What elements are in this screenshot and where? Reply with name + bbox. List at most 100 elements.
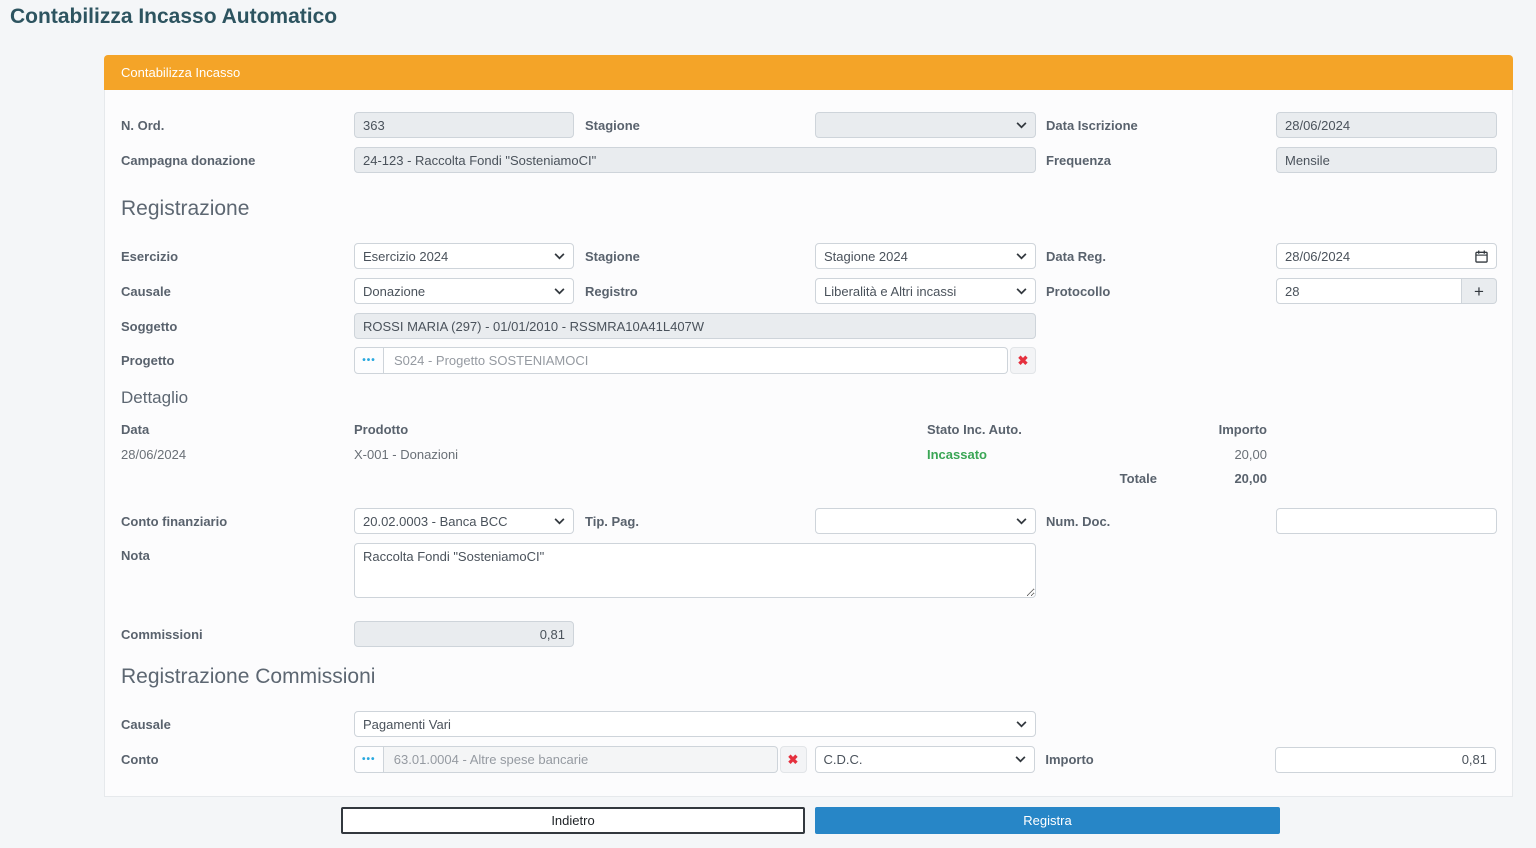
back-button[interactable]: Indietro	[341, 807, 805, 834]
cell-prodotto: X-001 - Donazioni	[354, 447, 927, 462]
panel-header-title: Contabilizza Incasso	[121, 65, 240, 80]
totale-value: 20,00	[1157, 471, 1267, 486]
stagione-top-label: Stagione	[574, 118, 815, 133]
commissioni-label: Commissioni	[121, 627, 354, 642]
row-nota: Nota Raccolta Fondi "SosteniamoCI"	[121, 543, 1496, 603]
stagione-reg-select[interactable]: Stagione 2024	[815, 243, 1036, 269]
chevron-down-icon	[1015, 756, 1026, 763]
campagna-field: 24-123 - Raccolta Fondi "SosteniamoCI"	[354, 147, 1036, 173]
nota-label: Nota	[121, 543, 354, 563]
stagione-reg-label: Stagione	[574, 249, 815, 264]
dettaglio-header-row: Data Prodotto Stato Inc. Auto. Importo	[121, 422, 1496, 437]
contabilizza-panel: Contabilizza Incasso N. Ord. 363 Stagion…	[104, 55, 1513, 797]
progetto-clear-button[interactable]: ✖	[1010, 347, 1036, 374]
conto-label: Conto	[121, 752, 354, 767]
protocollo-add-button[interactable]: +	[1462, 278, 1497, 304]
totale-label: Totale	[927, 471, 1157, 486]
page-title: Contabilizza Incasso Automatico	[10, 5, 337, 29]
row-campagna: Campagna donazione 24-123 - Raccolta Fon…	[121, 147, 1496, 173]
importo-commissioni-label: Importo	[1045, 752, 1275, 767]
panel-body: N. Ord. 363 Stagione Data Iscrizione 28/…	[104, 90, 1513, 797]
progetto-field[interactable]: S024 - Progetto SOSTENIAMOCI	[384, 347, 1008, 374]
stagione-top-select[interactable]	[815, 112, 1036, 138]
registro-value: Liberalità e Altri incassi	[824, 284, 956, 299]
chevron-down-icon	[1016, 288, 1027, 295]
row-commissioni: Commissioni 0,81	[121, 621, 1496, 647]
nord-field: 363	[354, 112, 574, 138]
cell-importo: 20,00	[1157, 447, 1267, 462]
causale-value: Donazione	[363, 284, 425, 299]
soggetto-label: Soggetto	[121, 319, 354, 334]
conto-finanziario-value: 20.02.0003 - Banca BCC	[363, 514, 508, 529]
cell-data: 28/06/2024	[121, 447, 354, 462]
registro-label: Registro	[574, 284, 815, 299]
progetto-label: Progetto	[121, 353, 354, 368]
protocollo-label: Protocollo	[1036, 284, 1276, 299]
registrazione-commissioni-heading: Registrazione Commissioni	[121, 665, 1496, 689]
nota-textarea[interactable]: Raccolta Fondi "SosteniamoCI"	[354, 543, 1036, 598]
causale-commissioni-value: Pagamenti Vari	[363, 717, 451, 732]
causale-label: Causale	[121, 284, 354, 299]
col-stato: Stato Inc. Auto.	[927, 422, 1157, 437]
chevron-down-icon	[1016, 122, 1027, 129]
data-reg-input[interactable]: 28/06/2024	[1276, 243, 1497, 269]
conto-finanziario-select[interactable]: 20.02.0003 - Banca BCC	[354, 508, 574, 534]
esercizio-label: Esercizio	[121, 249, 354, 264]
row-progetto: Progetto ••• S024 - Progetto SOSTENIAMOC…	[121, 347, 1496, 374]
register-button[interactable]: Registra	[815, 807, 1280, 834]
nord-label: N. Ord.	[121, 118, 354, 133]
esercizio-select[interactable]: Esercizio 2024	[354, 243, 574, 269]
chevron-down-icon	[1016, 518, 1027, 525]
row-nord: N. Ord. 363 Stagione Data Iscrizione 28/…	[121, 112, 1496, 138]
chevron-down-icon	[1016, 721, 1027, 728]
commissioni-field: 0,81	[354, 621, 574, 647]
status-badge: Incassato	[927, 447, 1157, 462]
calendar-icon[interactable]	[1475, 250, 1488, 263]
protocollo-group: +	[1276, 278, 1497, 304]
causale-select[interactable]: Donazione	[354, 278, 574, 304]
chevron-down-icon	[554, 518, 565, 525]
esercizio-value: Esercizio 2024	[363, 249, 448, 264]
frequenza-field: Mensile	[1276, 147, 1497, 173]
col-data: Data	[121, 422, 354, 437]
soggetto-field: ROSSI MARIA (297) - 01/01/2010 - RSSMRA1…	[354, 313, 1036, 339]
cdc-select[interactable]: C.D.C.	[815, 746, 1036, 773]
panel-header: Contabilizza Incasso	[104, 55, 1513, 90]
data-iscrizione-label: Data Iscrizione	[1036, 118, 1276, 133]
col-importo: Importo	[1157, 422, 1267, 437]
campagna-label: Campagna donazione	[121, 153, 354, 168]
protocollo-input[interactable]	[1276, 278, 1462, 304]
num-doc-input[interactable]	[1276, 508, 1497, 534]
cdc-value: C.D.C.	[824, 752, 863, 767]
conto-clear-button[interactable]: ✖	[780, 746, 807, 773]
data-reg-value: 28/06/2024	[1285, 249, 1350, 264]
importo-commissioni-input[interactable]	[1275, 747, 1496, 773]
nota-wrap: Raccolta Fondi "SosteniamoCI"	[354, 543, 1036, 603]
dettaglio-heading: Dettaglio	[121, 388, 1496, 408]
registro-select[interactable]: Liberalità e Altri incassi	[815, 278, 1036, 304]
num-doc-label: Num. Doc.	[1036, 514, 1276, 529]
row-soggetto: Soggetto ROSSI MARIA (297) - 01/01/2010 …	[121, 313, 1496, 339]
registrazione-heading: Registrazione	[121, 197, 1496, 221]
stagione-reg-value: Stagione 2024	[824, 249, 908, 264]
col-prodotto: Prodotto	[354, 422, 927, 437]
causale-commissioni-select[interactable]: Pagamenti Vari	[354, 711, 1036, 737]
dettaglio-row: 28/06/2024 X-001 - Donazioni Incassato 2…	[121, 447, 1496, 462]
row-conto-commissioni: Conto ••• 63.01.0004 - Altre spese banca…	[121, 746, 1496, 773]
causale-commissioni-label: Causale	[121, 717, 354, 732]
conto-field[interactable]: 63.01.0004 - Altre spese bancarie	[384, 746, 778, 773]
data-reg-label: Data Reg.	[1036, 249, 1276, 264]
chevron-down-icon	[554, 253, 565, 260]
dettaglio-totale-row: Totale 20,00	[121, 471, 1496, 486]
conto-browse-button[interactable]: •••	[354, 746, 384, 773]
frequenza-label: Frequenza	[1036, 153, 1276, 168]
row-conto-finanziario: Conto finanziario 20.02.0003 - Banca BCC…	[121, 508, 1496, 534]
tip-pag-select[interactable]	[815, 508, 1036, 534]
progetto-browse-button[interactable]: •••	[354, 347, 384, 374]
tip-pag-label: Tip. Pag.	[574, 514, 815, 529]
chevron-down-icon	[554, 288, 565, 295]
conto-finanziario-label: Conto finanziario	[121, 514, 354, 529]
data-iscrizione-field: 28/06/2024	[1276, 112, 1497, 138]
row-causale-commissioni: Causale Pagamenti Vari	[121, 711, 1496, 737]
chevron-down-icon	[1016, 253, 1027, 260]
